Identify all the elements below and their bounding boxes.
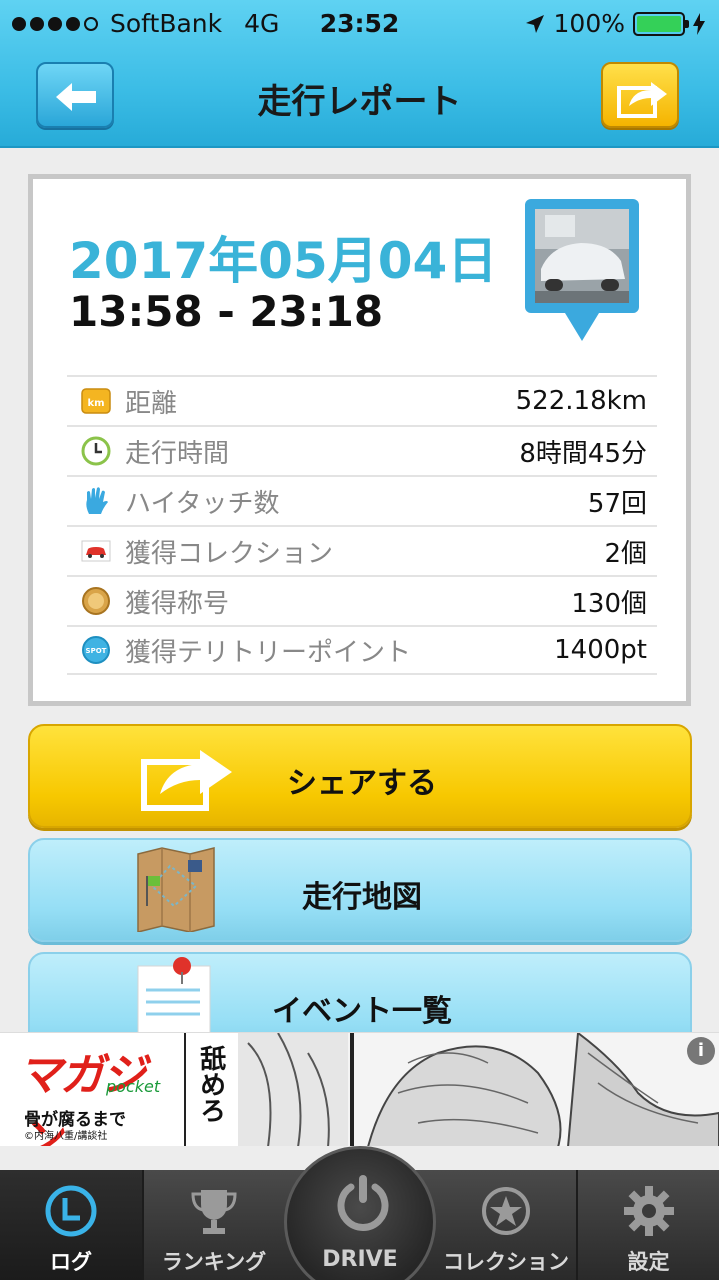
stat-value: 522.18km — [515, 386, 647, 416]
gear-icon — [623, 1186, 674, 1236]
km-icon: km — [81, 388, 111, 414]
event-button-label: イベント一覧 — [272, 994, 452, 1029]
tab-log[interactable]: ログ — [0, 1170, 142, 1280]
tab-label: DRIVE — [322, 1247, 398, 1272]
spot-icon: SPOT — [82, 636, 110, 664]
share-nav-button[interactable] — [601, 62, 679, 128]
manga-art-image — [238, 1033, 719, 1146]
status-right: 100% — [524, 9, 705, 38]
report-card: 2017年05月04日 13:58 - 23:18 km 距離 522.18km… — [28, 174, 691, 706]
stat-label: 獲得コレクション — [125, 538, 334, 569]
location-arrow-icon — [525, 14, 544, 33]
log-clock-icon — [45, 1185, 97, 1237]
power-icon — [337, 1175, 389, 1231]
tab-label: ログ — [50, 1250, 92, 1274]
report-time-range: 13:58 - 23:18 — [69, 287, 384, 336]
stat-row-distance: km 距離 522.18km — [67, 375, 657, 425]
header-bar: SoftBank 4G 23:52 100% 走行レポート — [0, 0, 719, 148]
tab-label: コレクション — [443, 1250, 569, 1274]
battery-percent: 100% — [553, 9, 625, 38]
ad-banner[interactable]: マガジン pocket 骨が腐るまで ©内海八重/講談社 舐めろ i — [0, 1032, 719, 1146]
tab-drive[interactable]: DRIVE — [284, 1146, 436, 1280]
ad-credit: ©内海八重/講談社 — [24, 1131, 108, 1142]
share-button[interactable]: シェアする — [28, 724, 692, 828]
stat-label: 距離 — [125, 388, 178, 419]
stat-label: 獲得テリトリーポイント — [125, 637, 412, 668]
status-bar: SoftBank 4G 23:52 100% — [0, 0, 719, 48]
tab-settings[interactable]: 設定 — [578, 1170, 719, 1280]
report-date: 2017年05月04日 — [69, 232, 498, 290]
stat-row-territory: SPOT 獲得テリトリーポイント 1400pt — [67, 625, 657, 675]
stats-list: km 距離 522.18km 走行時間 8時間45分 ハイタッチ数 57回 獲得… — [67, 375, 657, 675]
battery-fill — [637, 15, 681, 32]
drive-map-button[interactable]: 走行地図 — [28, 838, 692, 942]
share-button-label: シェアする — [287, 766, 437, 801]
star-icon — [482, 1187, 530, 1235]
svg-text:km: km — [87, 398, 104, 409]
trophy-icon — [191, 1190, 237, 1234]
stat-row-titles: 獲得称号 130個 — [67, 575, 657, 625]
stat-label: 獲得称号 — [125, 588, 230, 619]
stat-value: 8時間45分 — [519, 438, 647, 469]
tab-ranking[interactable]: ランキング — [144, 1170, 284, 1280]
stat-label: 走行時間 — [125, 438, 230, 469]
high-touch-hand-icon — [86, 487, 108, 514]
ad-vertical-text: 舐めろ — [195, 1045, 226, 1123]
car-photo-pin-icon[interactable] — [521, 195, 643, 349]
clock-icon — [81, 436, 111, 466]
car-card-icon — [81, 540, 111, 562]
battery-icon — [633, 11, 689, 36]
share-arrow-icon — [617, 82, 667, 118]
ad-logo: マガジン pocket 骨が腐るまで ©内海八重/講談社 — [18, 1039, 168, 1146]
medal-icon — [82, 587, 110, 615]
ad-info-icon[interactable]: i — [687, 1037, 715, 1065]
map-button-label: 走行地図 — [302, 880, 422, 915]
stat-value: 1400pt — [554, 635, 647, 665]
stat-value: 2個 — [604, 538, 647, 569]
charging-bolt-icon — [693, 12, 705, 35]
tab-label: 設定 — [627, 1250, 670, 1274]
stat-label: ハイタッチ数 — [125, 488, 280, 519]
stat-row-drive-time: 走行時間 8時間45分 — [67, 425, 657, 475]
stat-row-high-touch: ハイタッチ数 57回 — [67, 475, 657, 525]
ad-divider — [184, 1033, 186, 1146]
stat-row-collection: 獲得コレクション 2個 — [67, 525, 657, 575]
stat-value: 130個 — [571, 588, 647, 619]
tab-label: ランキング — [161, 1250, 267, 1274]
svg-text:SPOT: SPOT — [86, 647, 107, 655]
ad-logo-sub: pocket — [106, 1077, 161, 1096]
stat-value: 57回 — [587, 488, 647, 519]
tab-collection[interactable]: コレクション — [436, 1170, 576, 1280]
